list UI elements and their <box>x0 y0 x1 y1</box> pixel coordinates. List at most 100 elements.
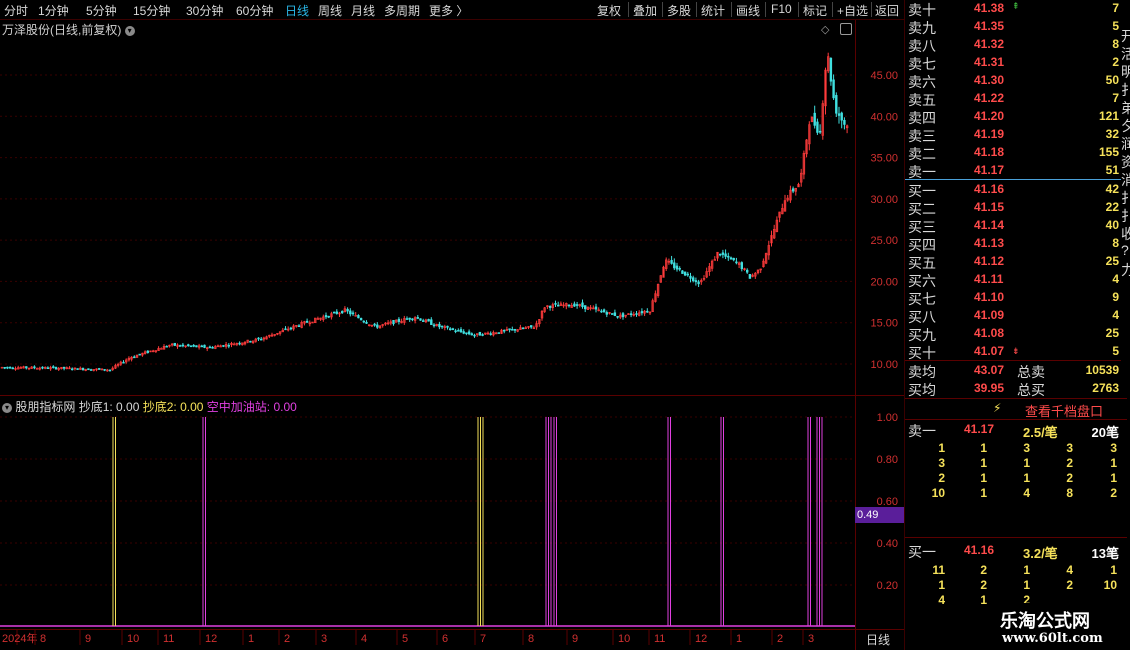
buy-level-row[interactable]: 买一 41.16 42 <box>905 181 1127 199</box>
candle-body <box>613 312 617 316</box>
candle-body <box>405 318 409 320</box>
buy-level-row[interactable]: 买七 41.10 9 <box>905 289 1127 307</box>
chevron-down-icon[interactable]: ▾ <box>2 402 12 413</box>
indicator-title: ▾ 股朋指标网 抄底1: 0.00 抄底2: 0.00 空中加油站: 0.00 <box>2 398 297 415</box>
candle-body <box>670 260 673 264</box>
candle-body <box>575 304 579 306</box>
x-axis-label: 4 <box>361 633 367 645</box>
buy-level-row[interactable]: 买四 41.13 8 <box>905 235 1127 253</box>
x-axis-label: 10 <box>618 633 630 645</box>
candle-body <box>610 313 614 315</box>
candle-body <box>840 112 843 121</box>
indicator-name: 股朋指标网 <box>15 400 76 414</box>
queue-order-size: 3 <box>938 456 945 470</box>
candle-body <box>46 367 50 370</box>
buy-level-price: 41.10 <box>974 290 1005 304</box>
candle-body <box>440 325 444 328</box>
candle-body <box>200 345 203 348</box>
buy-level-label: 买一 <box>908 183 936 199</box>
buy-level-row[interactable]: 买五 41.12 25 <box>905 253 1127 271</box>
candle-body <box>459 329 463 333</box>
sell-level-price: 41.32 <box>974 37 1005 51</box>
candle-body <box>340 311 344 314</box>
lightning-icon: ⚡ <box>993 401 1002 415</box>
queue-order-size: 4 <box>938 593 945 607</box>
candle-body <box>3 366 6 369</box>
candle-body <box>133 356 136 359</box>
buy-level-row[interactable]: 买十 41.07 5 ⇟ <box>905 343 1127 361</box>
candle-body <box>465 332 468 335</box>
candle-body <box>346 308 349 312</box>
buy-level-row[interactable]: 买三 41.14 40 <box>905 217 1127 235</box>
buy-level-qty: 4 <box>1112 308 1119 322</box>
candle-body <box>521 327 525 330</box>
buy-level-price: 41.14 <box>974 218 1005 232</box>
candle-body <box>6 366 9 369</box>
side-news-strip[interactable]: 开活明扌弟夕润资消扌扌收? 力 <box>1121 0 1130 380</box>
sell-level-row[interactable]: 卖九 41.35 5 <box>905 18 1127 36</box>
candle-body <box>351 312 355 315</box>
y-tick-label: 35.00 <box>870 153 898 165</box>
kline-chart-area[interactable]: 45.00 40.00 35.00 30.00 25.00 20.00 15.00 10.00… <box>0 0 904 650</box>
x-axis-label: 6 <box>442 633 448 645</box>
side-strip-char: 开 <box>1121 28 1130 44</box>
candle-body <box>462 331 465 334</box>
sell-level-row[interactable]: 卖五 41.22 7 <box>905 90 1127 108</box>
candle-body <box>686 273 690 276</box>
candle-body <box>289 327 293 330</box>
sell-level-qty: 2 <box>1112 55 1119 69</box>
side-strip-char: ? <box>1121 242 1129 258</box>
sell-level-row[interactable]: 卖七 41.31 2 <box>905 54 1127 72</box>
candle-body <box>681 270 684 274</box>
candle-body <box>481 334 484 336</box>
watermark: 乐淘公式网 www.60lt.com <box>988 603 1130 650</box>
x-axis-label: 11 <box>654 633 665 645</box>
x-axis-label: 11 <box>163 633 174 645</box>
y-tick-label: 25.00 <box>870 235 898 247</box>
candle-body <box>432 324 436 327</box>
candle-body <box>448 328 452 331</box>
queue-order-size: 1 <box>938 441 945 455</box>
queue-order-size: 1 <box>980 593 987 607</box>
y-tick-label: 45.00 <box>870 70 898 82</box>
candle-body <box>411 318 414 321</box>
down-arrow-icon: ⇟ <box>1012 346 1020 356</box>
candle-body <box>89 369 93 371</box>
sell-level-row[interactable]: 卖二 41.18 155 <box>905 144 1127 162</box>
candle-body <box>446 325 449 328</box>
candle-body <box>349 310 352 315</box>
buy-level-row[interactable]: 买六 41.11 4 <box>905 271 1127 289</box>
buy-level-label: 买二 <box>908 201 936 217</box>
sell-level-price: 41.31 <box>974 55 1005 69</box>
sell-level-label: 卖六 <box>908 74 936 90</box>
x-axis-label: 8 <box>528 633 534 645</box>
candle-body <box>122 361 125 364</box>
buy-level-row[interactable]: 买八 41.09 4 <box>905 307 1127 325</box>
side-strip-char: 力 <box>1121 262 1130 278</box>
candle-body <box>52 366 55 368</box>
x-axis-label: 10 <box>127 633 139 645</box>
side-strip-char: 活 <box>1121 46 1130 62</box>
candle-body <box>195 345 198 348</box>
candle-body <box>41 366 44 369</box>
sell-level-price: 41.38 <box>974 1 1005 15</box>
sell-level-row[interactable]: 卖八 41.32 8 <box>905 36 1127 54</box>
thousand-orders-link[interactable]: 查看千档盘口 <box>1025 401 1103 420</box>
sell-level-qty: 155 <box>1098 145 1119 159</box>
queue-order-size: 1 <box>1023 456 1030 470</box>
sell-level-row[interactable]: 卖六 41.30 50 <box>905 72 1127 90</box>
x-axis-label: 8 <box>40 633 46 645</box>
candle-body <box>837 113 841 116</box>
candle-body <box>208 346 212 349</box>
buy-level-price: 41.12 <box>974 254 1005 268</box>
sell-level-row[interactable]: 卖十 41.38 7 ⇞ <box>905 0 1127 18</box>
candle-body <box>257 337 260 340</box>
x-axis-label: 2 <box>284 633 290 645</box>
sell-level-row[interactable]: 卖四 41.20 121 <box>905 108 1127 126</box>
bid-ask-divider <box>905 179 1127 180</box>
buy-level-row[interactable]: 买九 41.08 25 <box>905 325 1127 343</box>
buy-level-row[interactable]: 买二 41.15 22 <box>905 199 1127 217</box>
candle-body <box>173 342 176 346</box>
sell-level-row[interactable]: 卖一 41.17 51 <box>905 162 1127 180</box>
sell-level-row[interactable]: 卖三 41.19 32 <box>905 126 1127 144</box>
